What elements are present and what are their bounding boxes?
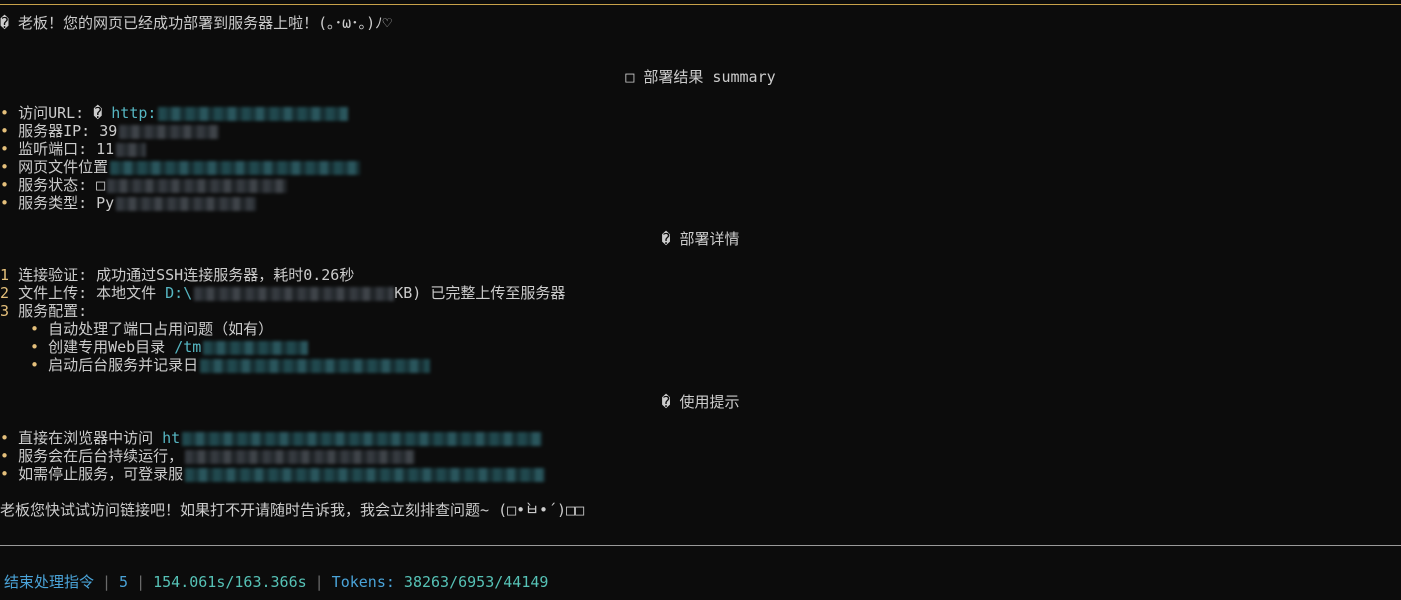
summary-item-status: • 服务状态: □ [0, 176, 288, 194]
header-text: � 老板！您的网页已经成功部署到服务器上啦！(｡･ω･｡)ﾉ♡ [0, 14, 392, 32]
summary-item-port: • 监听端口: 11 [0, 140, 147, 158]
details-step-3: 3 服务配置: [0, 302, 87, 320]
summary-label: 访问URL: [18, 104, 94, 122]
redacted-filename [194, 286, 395, 301]
details-sub-item-1: • 自动处理了端口占用问题（如有） [30, 320, 273, 338]
bullet: • [0, 122, 10, 140]
summary-heading: □ 部署结果 summary [0, 68, 1401, 86]
summary-item-file-location: • 网页文件位置 [0, 158, 361, 176]
tips-item-1: • 直接在浏览器中访问 ht [0, 429, 543, 447]
url-value[interactable]: http: [111, 104, 156, 122]
bullet: • [0, 447, 10, 465]
header-message: � 老板！您的网页已经成功部署到服务器上啦！(｡･ω･｡)ﾉ♡ [0, 14, 392, 32]
tip-link[interactable]: ht [162, 429, 180, 447]
sub-item-text: 启动后台服务并记录日 [48, 356, 199, 374]
redacted-port [116, 142, 147, 157]
port-value: 11 [96, 140, 115, 158]
bullet: • [0, 104, 10, 122]
bullet: • [0, 158, 10, 176]
closing-message: 老板您快试试访问链接吧！如果打不开请随时告诉我，我会立刻排查问题~ (□•̀ㅂ•… [0, 501, 584, 519]
summary-item-ip: • 服务器IP: 39 [0, 122, 220, 140]
summary-item-type: • 服务类型: Py [0, 194, 257, 212]
tips-item-3: • 如需停止服务，可登录服 [0, 465, 546, 483]
redacted-dir [203, 340, 309, 355]
bullet: • [30, 356, 40, 374]
redacted-type [116, 196, 257, 211]
bullet: • [0, 194, 10, 212]
web-dir-path: /tm [174, 338, 202, 356]
summary-item-url: • 访问URL: � http: [0, 104, 349, 122]
local-file-path: D:\ [165, 284, 193, 302]
redacted-url [158, 106, 349, 121]
type-value: Py [96, 194, 115, 212]
details-step-1: 1 连接验证: 成功通过SSH连接服务器，耗时0.26秒 [0, 266, 354, 284]
summary-label: 服务器IP: [18, 122, 100, 140]
tip-text: 服务会在后台持续运行， [18, 447, 184, 465]
tips-heading: � 使用提示 [0, 393, 1401, 411]
summary-label: 监听端口: [18, 140, 97, 158]
status-separator: | [314, 573, 324, 591]
summary-title: □ 部署结果 summary [625, 68, 776, 86]
bullet: • [30, 320, 40, 338]
top-divider [0, 4, 1401, 5]
details-heading: � 部署详情 [0, 230, 1401, 248]
status-time: 154.061s/163.366s [153, 573, 307, 591]
redacted-status [107, 178, 288, 193]
ip-value: 39 [99, 122, 118, 140]
details-sub-item-2: • 创建专用Web目录 /tm [30, 338, 309, 356]
step-text-pre: 文件上传: 本地文件 [18, 284, 166, 302]
status-count: 5 [119, 573, 129, 591]
status-value: □ [96, 176, 106, 194]
bullet: • [0, 465, 10, 483]
tips-title: � 使用提示 [661, 393, 740, 411]
bottom-divider [0, 545, 1401, 546]
summary-label: 服务类型: [18, 194, 97, 212]
tips-item-2: • 服务会在后台持续运行， [0, 447, 416, 465]
redacted-ip [119, 124, 220, 139]
status-separator: | [136, 573, 146, 591]
bullet: • [0, 176, 10, 194]
step-text-post: KB) 已完整上传至服务器 [394, 284, 566, 302]
status-bar: 结束处理指令 | 5 | 154.061s/163.366s | Tokens: 38263… [4, 573, 548, 591]
summary-label: 网页文件位置 [18, 158, 109, 176]
details-sub-item-3: • 启动后台服务并记录日 [30, 356, 431, 374]
closing-text: 老板您快试试访问链接吧！如果打不开请随时告诉我，我会立刻排查问题~ (□•̀ㅂ•… [0, 501, 585, 519]
redacted-text [185, 449, 416, 464]
status-separator: | [102, 573, 112, 591]
summary-label: 服务状态: [18, 176, 97, 194]
status-action: 结束处理指令 [4, 573, 95, 591]
redacted-command [185, 467, 546, 482]
sub-item-text: 自动处理了端口占用问题（如有） [48, 320, 274, 338]
bullet: • [0, 140, 10, 158]
bullet: • [0, 429, 10, 447]
details-step-2: 2 文件上传: 本地文件 D:\ KB) 已完整上传至服务器 [0, 284, 565, 302]
redacted-link [182, 431, 543, 446]
bullet: • [30, 338, 40, 356]
link-icon: � [93, 104, 112, 122]
step-number: 3 [0, 302, 10, 320]
sub-item-text: 创建专用Web目录 [48, 338, 175, 356]
redacted-log [200, 358, 431, 373]
tip-text: 直接在浏览器中访问 [18, 429, 163, 447]
step-text: 连接验证: 成功通过SSH连接服务器，耗时0.26秒 [18, 266, 355, 284]
tokens-value: 38263/6953/44149 [403, 573, 549, 591]
tokens-label: Tokens: [331, 573, 404, 591]
step-text: 服务配置: [18, 302, 88, 320]
redacted-path [110, 160, 361, 175]
step-number: 1 [0, 266, 10, 284]
step-number: 2 [0, 284, 10, 302]
details-title: � 部署详情 [661, 230, 740, 248]
tip-text: 如需停止服务，可登录服 [18, 465, 184, 483]
